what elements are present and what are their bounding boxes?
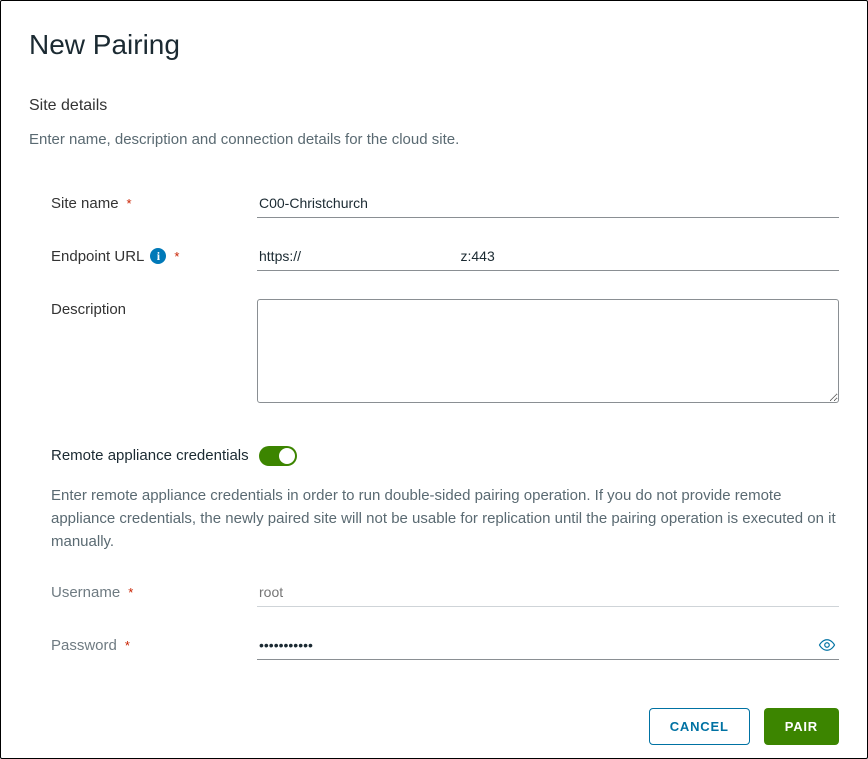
endpoint-url-input[interactable]: [257, 246, 839, 271]
site-name-row: Site name *: [51, 193, 839, 218]
required-asterisk: *: [125, 638, 130, 653]
pair-button[interactable]: PAIR: [764, 708, 839, 745]
endpoint-url-label: Endpoint URL i *: [51, 246, 257, 265]
site-details-helper: Enter name, description and connection d…: [29, 129, 839, 151]
cancel-button[interactable]: CANCEL: [649, 708, 750, 745]
username-label: Username *: [51, 582, 257, 601]
credentials-helper: Enter remote appliance credentials in or…: [51, 484, 839, 554]
site-details-heading: Site details: [29, 97, 839, 115]
dialog-title: New Pairing: [29, 29, 839, 61]
required-asterisk: *: [127, 196, 132, 211]
credentials-block: Remote appliance credentials Enter remot…: [29, 446, 839, 688]
username-input[interactable]: [257, 582, 839, 607]
dialog-footer: CANCEL PAIR: [29, 688, 839, 745]
credentials-toggle-label: Remote appliance credentials: [51, 447, 249, 464]
description-label: Description: [51, 299, 257, 318]
info-icon[interactable]: i: [150, 248, 166, 264]
show-password-button[interactable]: [815, 633, 839, 657]
password-label: Password *: [51, 635, 257, 654]
password-label-text: Password: [51, 637, 117, 654]
password-input[interactable]: [257, 635, 839, 660]
eye-icon: [818, 636, 836, 654]
endpoint-url-row: Endpoint URL i *: [51, 246, 839, 271]
credentials-toggle[interactable]: [259, 446, 297, 466]
site-name-label: Site name *: [51, 193, 257, 212]
site-details-form: Site name * Endpoint URL i * Description: [29, 193, 839, 436]
new-pairing-dialog: New Pairing Site details Enter name, des…: [0, 0, 868, 759]
site-name-label-text: Site name: [51, 195, 119, 212]
required-asterisk: *: [174, 249, 179, 264]
site-name-input[interactable]: [257, 193, 839, 218]
credentials-toggle-row: Remote appliance credentials: [51, 446, 839, 466]
description-row: Description: [51, 299, 839, 408]
required-asterisk: *: [128, 585, 133, 600]
password-row: Password *: [51, 635, 839, 660]
username-label-text: Username: [51, 584, 120, 601]
username-row: Username *: [51, 582, 839, 607]
endpoint-url-label-text: Endpoint URL: [51, 248, 144, 265]
description-textarea[interactable]: [257, 299, 839, 403]
